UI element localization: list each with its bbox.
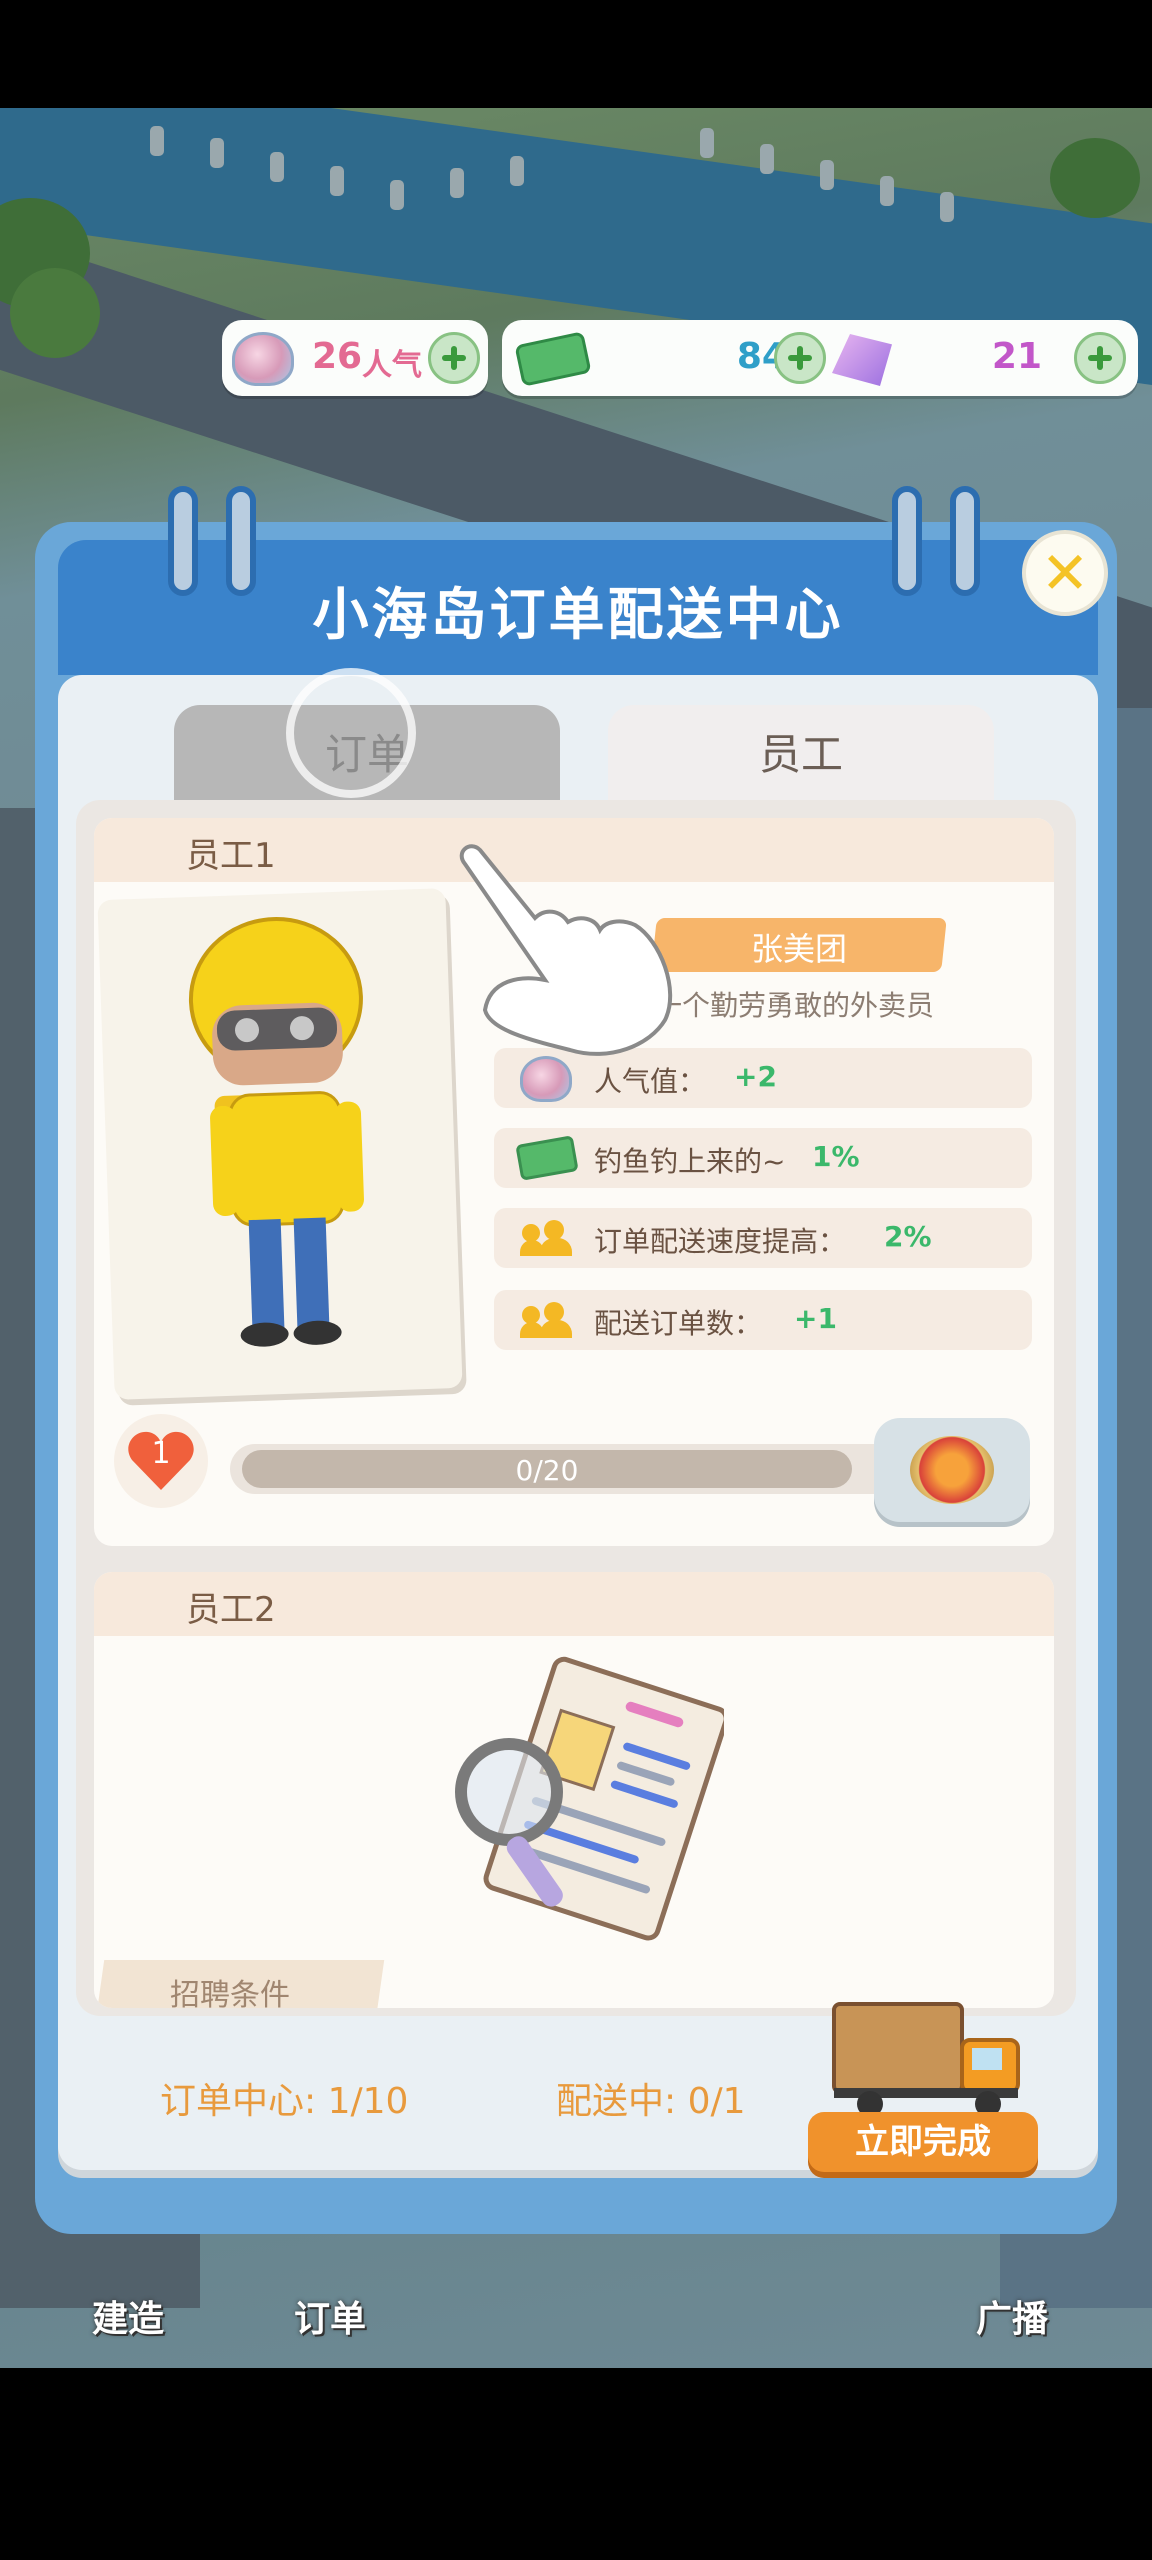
- stat-label: 钓鱼钓上来的~: [594, 1145, 786, 1178]
- stat-row-speed: 订单配送速度提高： 2%: [494, 1208, 1032, 1268]
- progress-bar: 0/20: [230, 1444, 940, 1494]
- people-icon: [520, 1220, 572, 1256]
- shell-icon: [232, 332, 294, 386]
- nav-label-build: 建造: [92, 2299, 165, 2340]
- cash-icon: [515, 1135, 579, 1181]
- popularity-unit: 人气: [362, 348, 422, 383]
- progress-text: 0/20: [515, 1454, 579, 1487]
- order-center-status: 订单中心: 1/10: [160, 2081, 409, 2122]
- panel-title: 小海岛订单配送中心: [312, 583, 844, 648]
- staff-name: 张美团: [750, 930, 847, 968]
- staff-portrait-card: [97, 888, 463, 1400]
- add-cash-button[interactable]: [774, 332, 826, 384]
- add-gem-button[interactable]: [1074, 332, 1126, 384]
- staff-description: 一个勤劳勇敢的外卖员: [654, 989, 935, 1022]
- popularity-counter: 26 人气: [222, 320, 488, 396]
- stat-label: 订单配送速度提高：: [594, 1225, 847, 1258]
- cash-icon: [514, 331, 592, 387]
- nav-label-orders: 订单: [294, 2299, 367, 2340]
- gem-value: 21: [991, 336, 1042, 377]
- nav-label-broadcast: 广播: [976, 2299, 1049, 2340]
- close-icon: ✕: [1040, 539, 1090, 607]
- recruit-label: 招聘条件: [170, 1978, 290, 2008]
- finish-now-button[interactable]: 立即完成: [808, 2112, 1038, 2172]
- courier-avatar: [188, 917, 364, 1347]
- stat-row-order-count: 配送订单数： +1: [494, 1290, 1032, 1350]
- cash-gem-counter: 844 21: [502, 320, 1138, 396]
- stat-value: +2: [734, 1060, 777, 1093]
- staff-card-title: 员工2: [186, 1590, 276, 1630]
- stat-value: 1%: [812, 1140, 860, 1173]
- level-value: 1: [151, 1436, 171, 1471]
- staff-card-title: 员工1: [186, 836, 276, 876]
- resume-magnifier-icon: [455, 1656, 724, 1941]
- staff-card-2: 员工2 招聘条件: [94, 1572, 1054, 2008]
- gem-icon: [832, 334, 892, 386]
- popularity-value: 26: [312, 336, 363, 377]
- stat-value: +1: [794, 1302, 837, 1335]
- add-popularity-button[interactable]: [428, 332, 480, 384]
- people-icon: [520, 1302, 572, 1338]
- stat-label: 配送订单数：: [594, 1307, 763, 1340]
- level-badge: 1: [114, 1414, 208, 1508]
- hotpot-icon: [910, 1436, 994, 1504]
- tab-staff[interactable]: 员工: [608, 705, 994, 805]
- reward-button[interactable]: [874, 1418, 1030, 1522]
- tutorial-hand-pointer: [459, 844, 673, 1056]
- stat-row-fishing: 钓鱼钓上来的~ 1%: [494, 1128, 1032, 1188]
- close-button[interactable]: ✕: [1022, 530, 1108, 616]
- tap-highlight-ring: [286, 668, 416, 798]
- delivering-status: 配送中: 0/1: [556, 2081, 746, 2122]
- delivery-truck-icon: [832, 2002, 1020, 2117]
- stat-value: 2%: [884, 1220, 932, 1253]
- staff-card-header: 员工2: [94, 1572, 1054, 1636]
